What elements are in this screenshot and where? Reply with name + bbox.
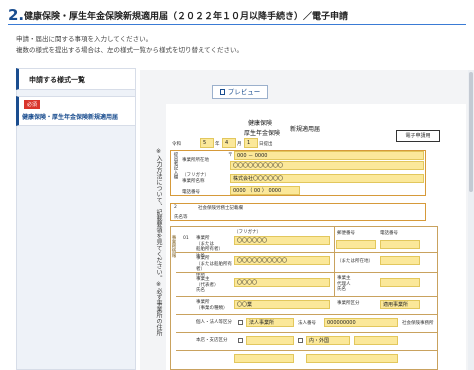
office-name-label: 事業所名称: [182, 179, 205, 184]
corp-type-checkbox[interactable]: [238, 320, 243, 325]
kana-header: （フリガナ）: [234, 230, 261, 235]
business-category-label: 事業所区分: [337, 301, 360, 306]
postal-code-field[interactable]: 000 － 0000: [234, 151, 424, 160]
branch-type-label: 本店・支店区分: [196, 338, 228, 343]
extra-field[interactable]: [354, 336, 398, 345]
table-row-divider: [176, 252, 438, 253]
title-divider: [8, 24, 466, 25]
domestic-checkbox[interactable]: [298, 338, 303, 343]
form-title-line1: 健康保険: [248, 120, 273, 127]
office-address-row-label: 事業所 （または船舶所有者） 住所: [196, 256, 232, 278]
social-insurance-office-note: 社会保険事務所: [402, 321, 434, 326]
form-title-suffix: 新規適用届: [290, 126, 321, 133]
date-day-unit: 日提出: [259, 142, 273, 147]
business-type-label: 事業所 （事業の種類）: [196, 300, 228, 311]
corp-type-label: 個人・法人等区分: [196, 320, 232, 325]
consultant-number: 2: [174, 205, 177, 210]
intro-text-2: 複数の様式を提出する場合は、左の様式一覧から様式を切り替えてください。: [16, 46, 243, 54]
owner-rep-name-label: 事業主 （代表者） 氏名: [196, 277, 219, 293]
date-month-field[interactable]: 4: [222, 138, 236, 148]
intro-text-1: 申請・届出に関する事項を入力してください。: [16, 35, 153, 43]
table-row-divider: [176, 350, 438, 351]
input-notes-vertical: ※入力方法について、記載要領を見てください。※必ず事業所の住所: [155, 148, 162, 336]
date-year-field[interactable]: 5: [200, 138, 214, 148]
page-title: 健康保険・厚生年金保険新規適用届（２０２２年１０月以降手続き）／電子申請: [24, 12, 349, 22]
date-day-field[interactable]: 1: [244, 138, 258, 148]
office-owner-name-field[interactable]: 〇〇〇〇〇〇: [234, 236, 330, 245]
row-number-01: 01: [183, 236, 189, 241]
form-list-heading: 申請する様式一覧: [16, 68, 136, 90]
date-year-unit: 年: [215, 142, 220, 147]
table-row-divider: [176, 314, 438, 315]
table-row-divider: [176, 332, 438, 333]
branch-type-field[interactable]: [246, 336, 294, 345]
office-info-side-label: 事業所情報: [171, 235, 176, 258]
owner-rep-name-field[interactable]: 〇〇〇〇: [234, 278, 330, 287]
table-row-divider: [176, 296, 438, 297]
phone-field[interactable]: 0000 （ 00 ） 0000: [230, 186, 300, 195]
office-name-field[interactable]: 株式会社〇〇〇〇〇〇: [230, 174, 424, 183]
business-type-field[interactable]: 〇〇業: [234, 300, 330, 309]
electronic-application-label: 電子申請用: [396, 130, 440, 142]
form-list-item-label[interactable]: 健康保険・厚生年金保険新規適用届: [22, 112, 118, 121]
corp-type-field[interactable]: 法人事業所: [246, 318, 294, 327]
preview-button[interactable]: プレビュー: [212, 85, 268, 99]
document-icon: [219, 89, 225, 95]
right-postal-label: 郵便番号: [337, 231, 355, 236]
additional-field[interactable]: [234, 354, 294, 363]
additional-field-2[interactable]: [306, 354, 398, 363]
branch-type-checkbox[interactable]: [238, 338, 243, 343]
office-owner-name-label: 事業所 （または 船舶所有者） 氏名: [196, 236, 223, 258]
right-postal-field[interactable]: [336, 240, 376, 249]
postal-prefix: 〒: [228, 153, 233, 158]
right-address-label: （または所在地）: [337, 259, 373, 264]
domestic-field[interactable]: 内・外国: [306, 336, 350, 345]
date-month-unit: 月: [237, 142, 242, 147]
agent-name-label: 事業主 代理人 氏名: [337, 276, 351, 292]
date-era: 令和: [172, 142, 181, 147]
preview-button-label: プレビュー: [227, 88, 261, 96]
right-address-field[interactable]: [380, 256, 420, 265]
corp-number-label: 法人番号: [298, 321, 316, 326]
form-title-line2: 厚生年金保険: [244, 130, 281, 137]
phone-label: 電話番号: [182, 190, 200, 195]
agent-name-field[interactable]: [380, 278, 420, 287]
office-address-field[interactable]: 〇〇〇〇〇〇〇〇〇〇: [230, 161, 424, 170]
right-phone-field[interactable]: [380, 240, 420, 249]
office-address-row-field[interactable]: 〇〇〇〇〇〇〇〇〇〇: [234, 256, 330, 265]
address-label: 事業所所在地: [182, 158, 209, 163]
scrollbar-thumb[interactable]: [469, 72, 473, 192]
right-phone-label: 電話番号: [380, 231, 398, 236]
table-divider: [334, 226, 335, 296]
step-number: 2.: [8, 6, 25, 24]
consultant-sub-label: 氏名等: [174, 215, 188, 220]
table-row-divider: [176, 272, 438, 273]
consultant-label: 社会保険労務士記載欄: [198, 206, 243, 211]
submitter-label: 提出者記入欄: [173, 152, 178, 179]
business-category-field[interactable]: 適用事業所: [380, 300, 420, 309]
corp-number-field[interactable]: 000000000: [324, 318, 398, 327]
required-badge: 必須: [24, 100, 41, 109]
